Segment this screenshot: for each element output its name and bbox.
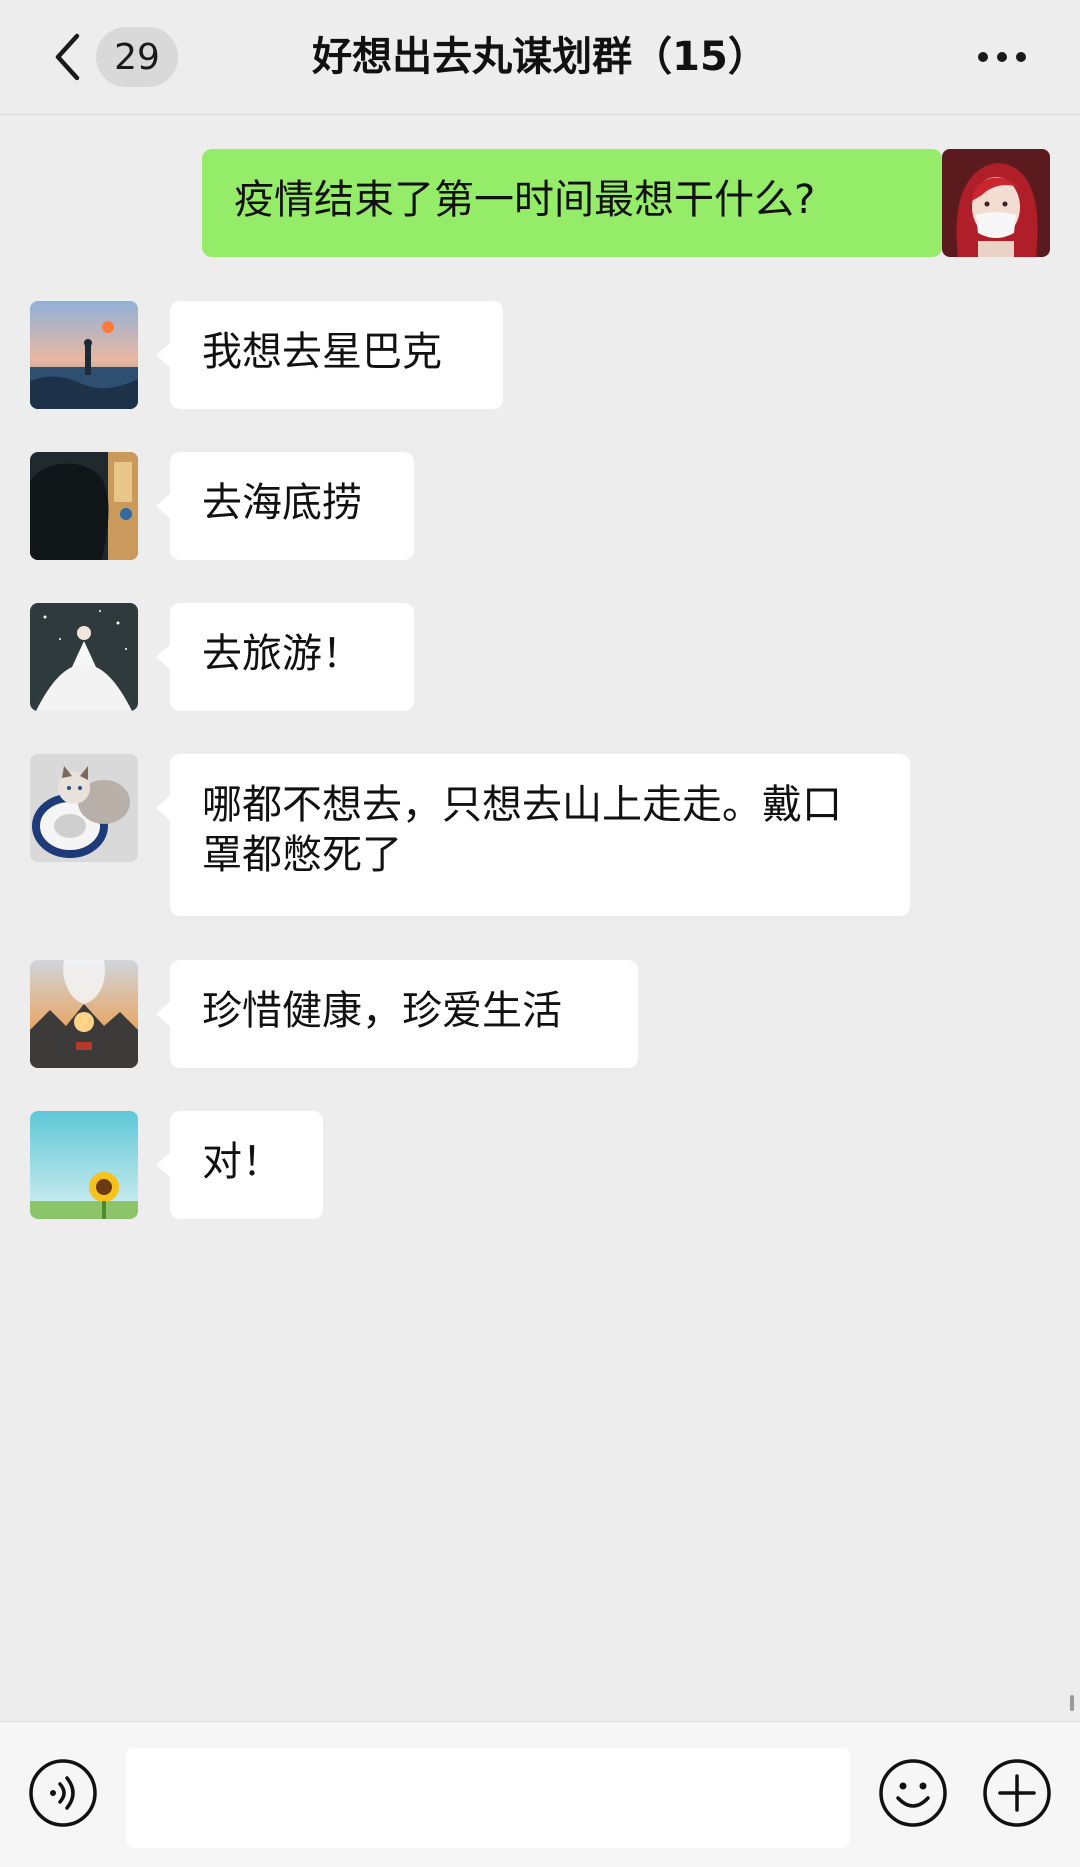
avatar-cat[interactable] — [30, 754, 138, 862]
message-row: 去旅游！ — [0, 603, 1080, 711]
red-hair-masked-woman-icon — [942, 149, 1050, 257]
input-bar — [0, 1721, 1080, 1867]
cat-life-buoy-icon — [30, 754, 138, 862]
message-row: 去海底捞 — [0, 452, 1080, 560]
unread-count-badge[interactable]: 29 — [96, 27, 178, 87]
message-row: 我想去星巴克 — [0, 301, 1080, 409]
message-row: 哪都不想去，只想去山上走走。戴口罩都憋死了 — [0, 754, 1080, 916]
sunflower-sky-icon — [30, 1111, 138, 1219]
avatar-dark-silhouette[interactable] — [30, 452, 138, 560]
more-functions-button[interactable] — [982, 1758, 1052, 1828]
message-list[interactable]: 疫情结束了第一时间最想干什么? 我想去星巴克 去海底捞 去旅游！ 哪都不想去，只… — [0, 115, 1080, 1720]
more-options-button[interactable] — [972, 36, 1032, 78]
back-button[interactable] — [48, 28, 88, 86]
bride-starry-sky-icon — [30, 603, 138, 711]
smiley-icon — [879, 1759, 947, 1827]
dark-silhouette-window-icon — [30, 452, 138, 560]
message-bubble[interactable]: 珍惜健康，珍爱生活 — [156, 960, 638, 1068]
message-bubble[interactable]: 去旅游！ — [156, 603, 414, 711]
message-row: 珍惜健康，珍爱生活 — [0, 960, 1080, 1068]
double-exposure-mountain-icon — [30, 960, 138, 1068]
sunset-sea-figure-icon — [30, 301, 138, 409]
emoji-button[interactable] — [878, 1758, 948, 1828]
avatar-self[interactable] — [942, 149, 1050, 257]
voice-icon — [29, 1759, 97, 1827]
message-bubble-self[interactable]: 疫情结束了第一时间最想干什么? — [202, 149, 956, 257]
avatar-sunset-sea[interactable] — [30, 301, 138, 409]
avatar-double-exposure[interactable] — [30, 960, 138, 1068]
more-dots-icon — [978, 52, 1026, 62]
message-bubble[interactable]: 对！ — [156, 1111, 323, 1219]
avatar-sunflower[interactable] — [30, 1111, 138, 1219]
message-row: 对！ — [0, 1111, 1080, 1219]
chat-title: 好想出去丸谋划群（15） — [312, 34, 768, 80]
chevron-left-icon — [55, 33, 80, 81]
message-bubble[interactable]: 我想去星巴克 — [156, 301, 503, 409]
plus-icon — [983, 1759, 1051, 1827]
chat-screen: 29 好想出去丸谋划群（15） 疫情结束了第一时间最想干什么? 我想去星巴克 去… — [0, 0, 1080, 1867]
scroll-indicator[interactable] — [1070, 1695, 1074, 1711]
avatar-bride[interactable] — [30, 603, 138, 711]
message-bubble[interactable]: 哪都不想去，只想去山上走走。戴口罩都憋死了 — [156, 754, 910, 916]
voice-button[interactable] — [28, 1758, 98, 1828]
chat-header: 29 好想出去丸谋划群（15） — [0, 0, 1080, 115]
message-row-self: 疫情结束了第一时间最想干什么? — [0, 149, 1080, 257]
message-input[interactable] — [126, 1748, 850, 1848]
message-bubble[interactable]: 去海底捞 — [156, 452, 414, 560]
